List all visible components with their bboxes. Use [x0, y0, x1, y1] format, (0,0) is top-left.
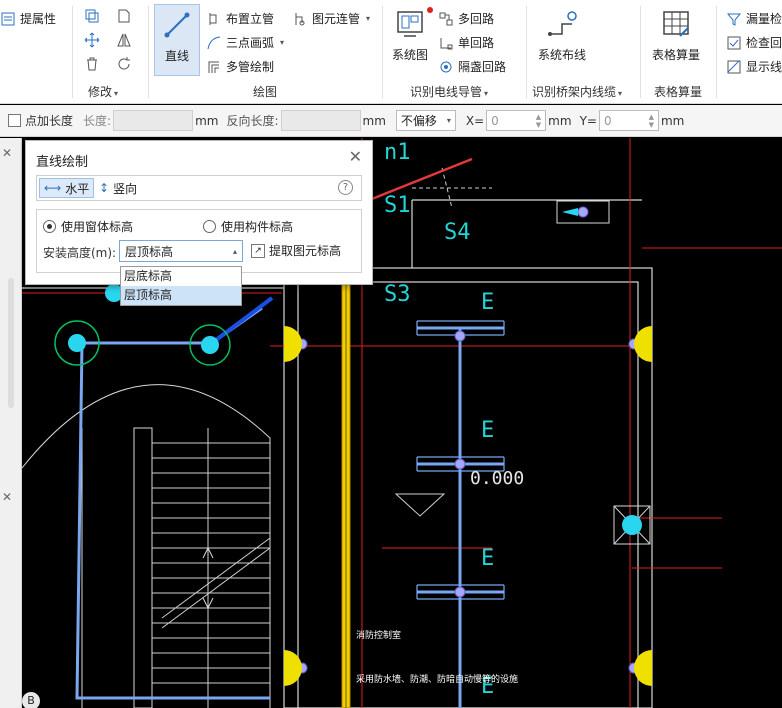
riser-icon [206, 11, 222, 27]
system-wiring-button[interactable]: 系统布线 [532, 8, 592, 63]
connect-pipe-icon [292, 11, 308, 27]
reverse-length-input[interactable] [280, 110, 361, 131]
cover-circuit-button[interactable]: 隔盏回路 [438, 58, 506, 75]
system-wiring-icon [546, 8, 578, 40]
add-length-checkbox[interactable] [8, 114, 21, 127]
panel-close-icon[interactable]: ✕ [2, 146, 12, 160]
arc-icon [206, 35, 222, 51]
multi-pipe-draw-button[interactable]: 多管绘制 [206, 58, 274, 75]
add-length-label: 点加长度 [25, 114, 74, 128]
panel-scrollbar[interactable] [8, 278, 14, 408]
install-height-select[interactable]: 层顶标高 ▴ [119, 240, 243, 262]
help-icon[interactable]: ? [338, 180, 353, 195]
install-height-label: 安装高度(m): [43, 246, 117, 260]
use-component-height-radio[interactable]: 使用构件标高 [203, 218, 293, 235]
table-calc-button[interactable]: 表格算量 [646, 8, 706, 63]
system-diagram-icon [394, 8, 426, 40]
close-icon[interactable]: ✕ [349, 147, 362, 166]
left-side-panel: ✕ ✕ [0, 138, 22, 708]
missing-check-button[interactable]: 漏量检 [726, 10, 782, 27]
pick-height-button[interactable]: ↗ 提取图元标高 [251, 242, 341, 259]
dropdown-option-floor-bottom[interactable]: 层底标高 [121, 267, 241, 286]
check-icon [726, 35, 742, 51]
copy-icon[interactable] [84, 8, 100, 24]
dialog-title: 直线绘制 [36, 155, 89, 170]
install-height-dropdown: 层底标高 层顶标高 [120, 266, 242, 306]
offset-select[interactable]: 不偏移 ▾ [395, 110, 456, 131]
mirror-doc-icon[interactable] [116, 8, 132, 24]
mirror-icon[interactable] [116, 32, 132, 48]
x-input[interactable]: 0 ▲ ▼ [486, 110, 547, 131]
y-input[interactable]: 0 ▲ ▼ [598, 110, 659, 131]
table-calc-icon [660, 8, 692, 40]
dropdown-option-floor-top[interactable]: 层顶标高 [121, 286, 241, 305]
props-button[interactable]: 提属性 [0, 10, 56, 27]
modify-group-label[interactable]: 修改 ▾ [88, 83, 118, 100]
line-draw-icon [161, 9, 193, 41]
pick-icon: ↗ [251, 243, 265, 258]
place-riser-button[interactable]: 布置立管 [206, 10, 274, 27]
line-button[interactable]: 直线 [154, 4, 200, 76]
panel-close-icon-2[interactable]: ✕ [2, 490, 12, 504]
properties-icon [0, 11, 16, 27]
reverse-length-label: 反向长度: [226, 114, 279, 128]
identify-wire-group-label[interactable]: 识别电线导管 ▾ [410, 83, 488, 100]
horizontal-arrows-icon: ⟷ [44, 181, 62, 195]
options-bar: 点加长度 长度: mm 反向长度: mm 不偏移 ▾ X= 0 ▲ ▼ mm Y= 0… [0, 105, 782, 137]
multi-circuit-icon [438, 11, 454, 27]
check-circuit-button[interactable]: 检查回 [726, 34, 782, 51]
direction-bar: ⟷ 水平 ↕ 竖向 ? [36, 175, 362, 201]
multi-circuit-button[interactable]: 多回路 [438, 10, 494, 27]
rotate-icon[interactable] [116, 56, 132, 72]
delete-icon[interactable] [84, 56, 100, 72]
chevron-down-icon: ▴ [232, 246, 237, 256]
radio-selected-icon [43, 220, 56, 233]
height-options: 使用窗体标高 使用构件标高 安装高度(m): 层顶标高 ▴ ↗ 提取图元标高 [36, 209, 362, 273]
use-window-height-radio[interactable]: 使用窗体标高 [43, 218, 133, 235]
horizontal-button[interactable]: ⟷ 水平 [39, 178, 95, 198]
move-icon[interactable] [84, 32, 100, 48]
element-connect-pipe-button[interactable]: 图元连管 ▾ [292, 10, 370, 27]
multi-pipe-icon [206, 59, 222, 75]
draw-group-label: 绘图 [253, 85, 278, 99]
length-label: 长度: [83, 114, 112, 128]
identify-tray-group-label[interactable]: 识别桥架内线缆 ▾ [532, 83, 622, 100]
show-line-button[interactable]: 显示线 [726, 58, 782, 75]
length-input[interactable] [113, 110, 194, 131]
single-circuit-icon [438, 35, 454, 51]
system-diagram-button[interactable]: 系统图 [388, 8, 432, 63]
cover-circuit-icon [438, 59, 454, 75]
show-line-icon [726, 59, 742, 75]
filter-icon [726, 11, 742, 27]
radio-empty-icon [203, 220, 216, 233]
three-point-arc-button[interactable]: 三点画弧 ▾ [206, 34, 284, 51]
notification-dot [427, 7, 433, 13]
ribbon: 提属性 修改 ▾ 直线 布置立管 三点画弧 ▾ 多管绘制 图元连管 ▾ 绘图 系统图 … [0, 0, 782, 104]
table-calc-group-label: 表格算量 [654, 85, 703, 99]
vertical-button[interactable]: ↕ 竖向 [95, 178, 141, 198]
single-circuit-button[interactable]: 单回路 [438, 34, 494, 51]
line-draw-dialog: 直线绘制 ✕ ⟷ 水平 ↕ 竖向 ? 使用窗体标高 使用构件标高 安装高度(m)… [25, 140, 373, 285]
vertical-arrows-icon: ↕ [99, 181, 110, 195]
